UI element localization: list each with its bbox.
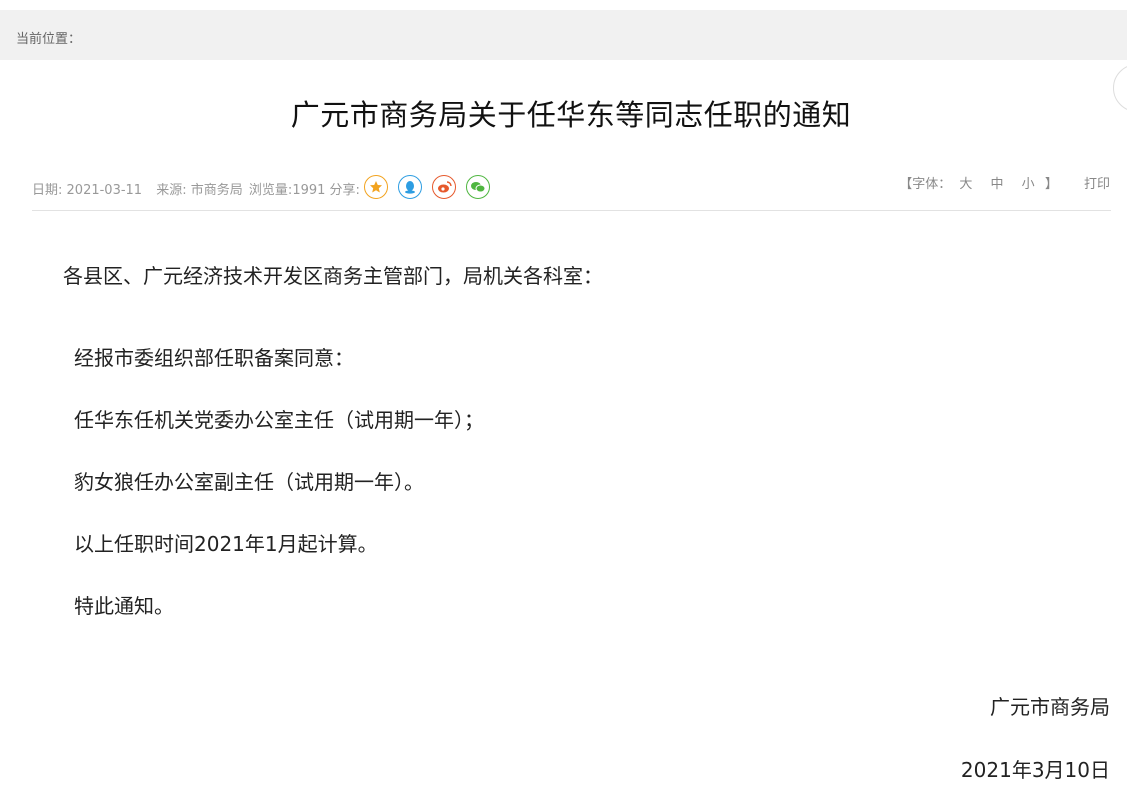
share-label: 分享: <box>329 183 360 198</box>
views-label: 浏览量: <box>248 183 293 198</box>
qzone-icon[interactable] <box>364 175 388 199</box>
page-title: 广元市商务局关于任华东等同志任职的通知 <box>290 98 852 132</box>
font-size-suffix: 】 <box>1044 177 1058 192</box>
signature-date: 2021年3月10日 <box>960 758 1110 782</box>
font-size-large-button[interactable]: 大 <box>959 177 972 192</box>
article-meta: 日期: 2021-03-11 来源: 市商务局 浏览量:1991 分享: <box>32 179 360 198</box>
font-size-medium-button[interactable]: 中 <box>991 177 1004 192</box>
meta-divider <box>32 210 1111 211</box>
qq-icon[interactable] <box>398 175 422 199</box>
font-size-controls: 【字体： 大 中 小 】 打印 <box>899 173 1110 192</box>
date-value: 2021-03-11 <box>66 183 143 198</box>
paragraph: 任华东任机关党委办公室主任（试用期一年）； <box>74 408 484 432</box>
date-label: 日期: <box>32 183 63 198</box>
views-value: 1991 <box>292 183 326 198</box>
source-value: 市商务局 <box>190 183 243 198</box>
weibo-icon[interactable] <box>432 175 456 199</box>
wechat-icon[interactable] <box>466 175 490 199</box>
print-button[interactable]: 打印 <box>1084 177 1110 192</box>
font-size-prefix: 【字体： <box>899 177 952 192</box>
signature-org: 广元市商务局 <box>990 695 1110 719</box>
breadcrumb-label: 当前位置： <box>16 32 82 47</box>
breadcrumb: 当前位置： <box>0 10 1127 60</box>
paragraph: 以上任职时间2021年1月起计算。 <box>74 532 378 556</box>
paragraph: 豹女狼任办公室副主任（试用期一年）。 <box>74 470 424 494</box>
paragraph: 经报市委组织部任职备案同意： <box>74 346 354 370</box>
font-size-small-button[interactable]: 小 <box>1022 177 1035 192</box>
source-label: 来源: <box>156 183 187 198</box>
paragraph: 特此通知。 <box>74 594 174 618</box>
salutation: 各县区、广元经济技术开发区商务主管部门，局机关各科室： <box>63 264 603 288</box>
